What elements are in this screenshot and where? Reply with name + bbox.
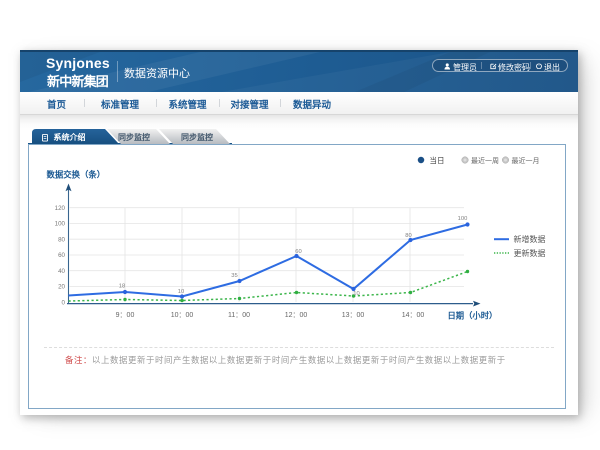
svg-text:14：00: 14：00 [402,312,425,319]
svg-text:最近一月: 最近一月 [512,156,540,165]
svg-text:18: 18 [119,284,125,290]
svg-text:80: 80 [58,236,65,243]
svg-text:当日: 当日 [430,155,445,165]
svg-text:日期（小时）: 日期（小时） [448,311,498,321]
svg-text:新增数据: 新增数据 [514,234,546,244]
svg-text:100: 100 [55,221,66,228]
svg-text:20: 20 [58,284,65,291]
svg-text:13：00: 13：00 [342,312,365,319]
svg-text:12：00: 12：00 [285,312,308,319]
svg-text:80: 80 [405,233,411,239]
svg-text:100: 100 [458,216,468,222]
svg-text:0: 0 [62,300,66,307]
svg-text:11：00: 11：00 [228,312,250,319]
svg-text:35: 35 [231,273,237,279]
svg-text:60: 60 [295,249,301,255]
svg-text:10: 10 [178,289,184,295]
svg-text:10：00: 10：00 [171,312,194,319]
svg-text:10: 10 [353,291,359,297]
svg-text:60: 60 [58,252,65,259]
svg-text:数据交换（条）: 数据交换（条） [47,169,106,179]
svg-text:最近一周: 最近一周 [471,156,499,165]
svg-text:更新数据: 更新数据 [514,248,546,258]
svg-text:120: 120 [55,205,66,212]
svg-text:9：00: 9：00 [116,312,135,319]
svg-text:40: 40 [58,268,65,275]
